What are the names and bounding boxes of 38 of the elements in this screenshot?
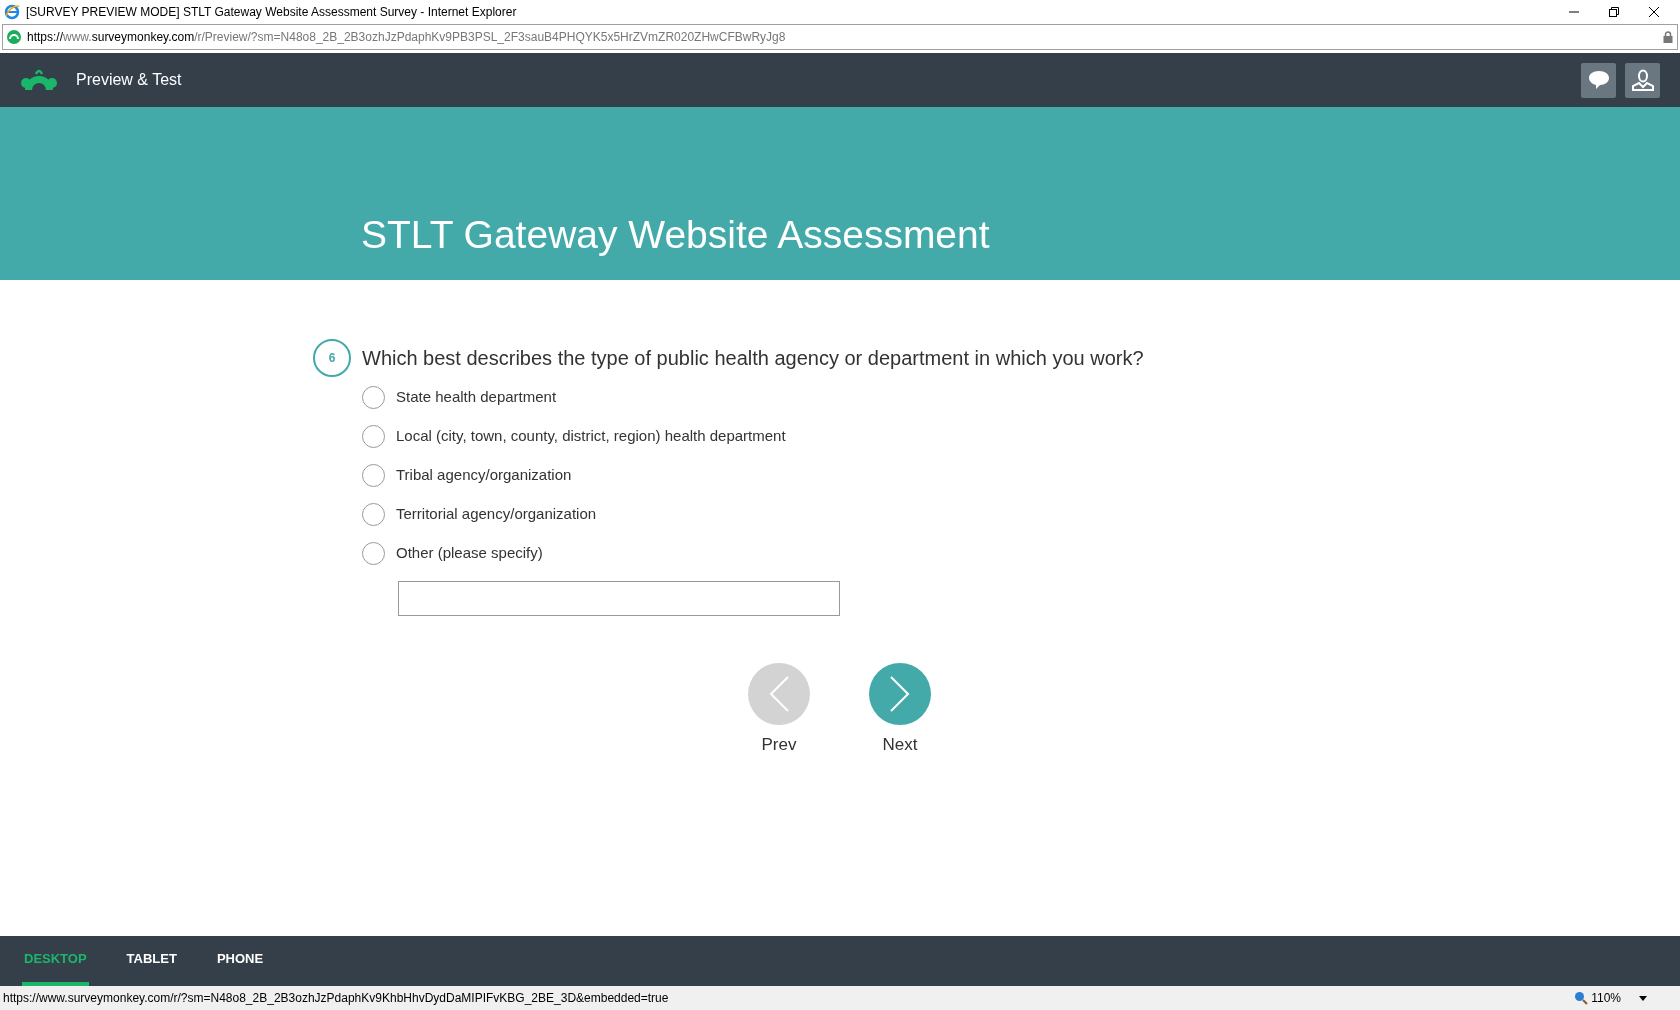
user-icon: [1630, 68, 1655, 92]
radio-option[interactable]: Tribal agency/organization: [362, 463, 1680, 487]
address-bar[interactable]: https://www.surveymonkey.com/r/Preview/?sm=N48o8_2B_2B3ozhJzPdaphKv9PB3PSL_2F3sauB4PHQYK5x5HrZVmZR020ZHwCFBwRyJg8: [2, 24, 1678, 50]
radio-button[interactable]: [362, 424, 385, 448]
chevron-right-icon: [890, 676, 910, 712]
radio-option[interactable]: State health department: [362, 385, 1680, 409]
feedback-button[interactable]: [1581, 62, 1616, 98]
chevron-left-icon: [769, 676, 789, 712]
site-icon: [7, 30, 21, 44]
radio-button[interactable]: [362, 385, 385, 409]
account-button[interactable]: [1625, 62, 1660, 98]
radio-button[interactable]: [362, 463, 385, 487]
header-title: Preview & Test: [76, 70, 183, 90]
monkey-logo-icon: [20, 68, 58, 92]
dropdown-caret-icon[interactable]: [1639, 995, 1647, 1001]
question-number: 6: [313, 339, 351, 377]
url-text: https://www.surveymonkey.com/r/Preview/?sm=N48o8_2B_2B3ozhJzPdaphKv9PB3PSL_2F3sauB4PHQYK5x5HrZVmZR020ZHwCFBwRyJg8: [27, 29, 787, 46]
other-input-field[interactable]: [398, 581, 840, 616]
close-icon[interactable]: [1648, 6, 1660, 18]
zoom-icon: [1574, 991, 1589, 1005]
restore-icon[interactable]: [1608, 6, 1620, 18]
zoom-level[interactable]: 110%: [1591, 989, 1621, 1007]
radio-option[interactable]: Other (please specify): [362, 541, 1680, 565]
radio-button[interactable]: [362, 502, 385, 526]
nav-label: Prev: [761, 734, 797, 756]
status-url: https://www.surveymonkey.com/r/?sm=N48o8_2B_2B3ozhJzPdaphKv9KhbHhvDydDaMIPIFvKBG_2BE_3D&embedded=true: [3, 990, 670, 1007]
radio-option[interactable]: Territorial agency/organization: [362, 502, 1680, 526]
browser-logo-icon: [4, 4, 20, 20]
device-tab[interactable]: TABLET: [124, 936, 179, 986]
survey-title: STLT Gateway Website Assessment: [361, 212, 990, 259]
device-tab[interactable]: PHONE: [214, 936, 266, 986]
radio-option[interactable]: Local (city, town, county, district, region) health department: [362, 424, 1680, 448]
radio-button[interactable]: [362, 541, 385, 565]
question-text: Which best describes the type of public health agency or department in which you work?: [362, 346, 1144, 371]
speech-bubble-icon: [1587, 70, 1610, 90]
nav-label: Next: [882, 734, 918, 756]
lock-icon: [1663, 31, 1673, 43]
window-title: [SURVEY PREVIEW MODE] STLT Gateway Website Assessment Survey - Internet Explorer: [26, 4, 518, 21]
